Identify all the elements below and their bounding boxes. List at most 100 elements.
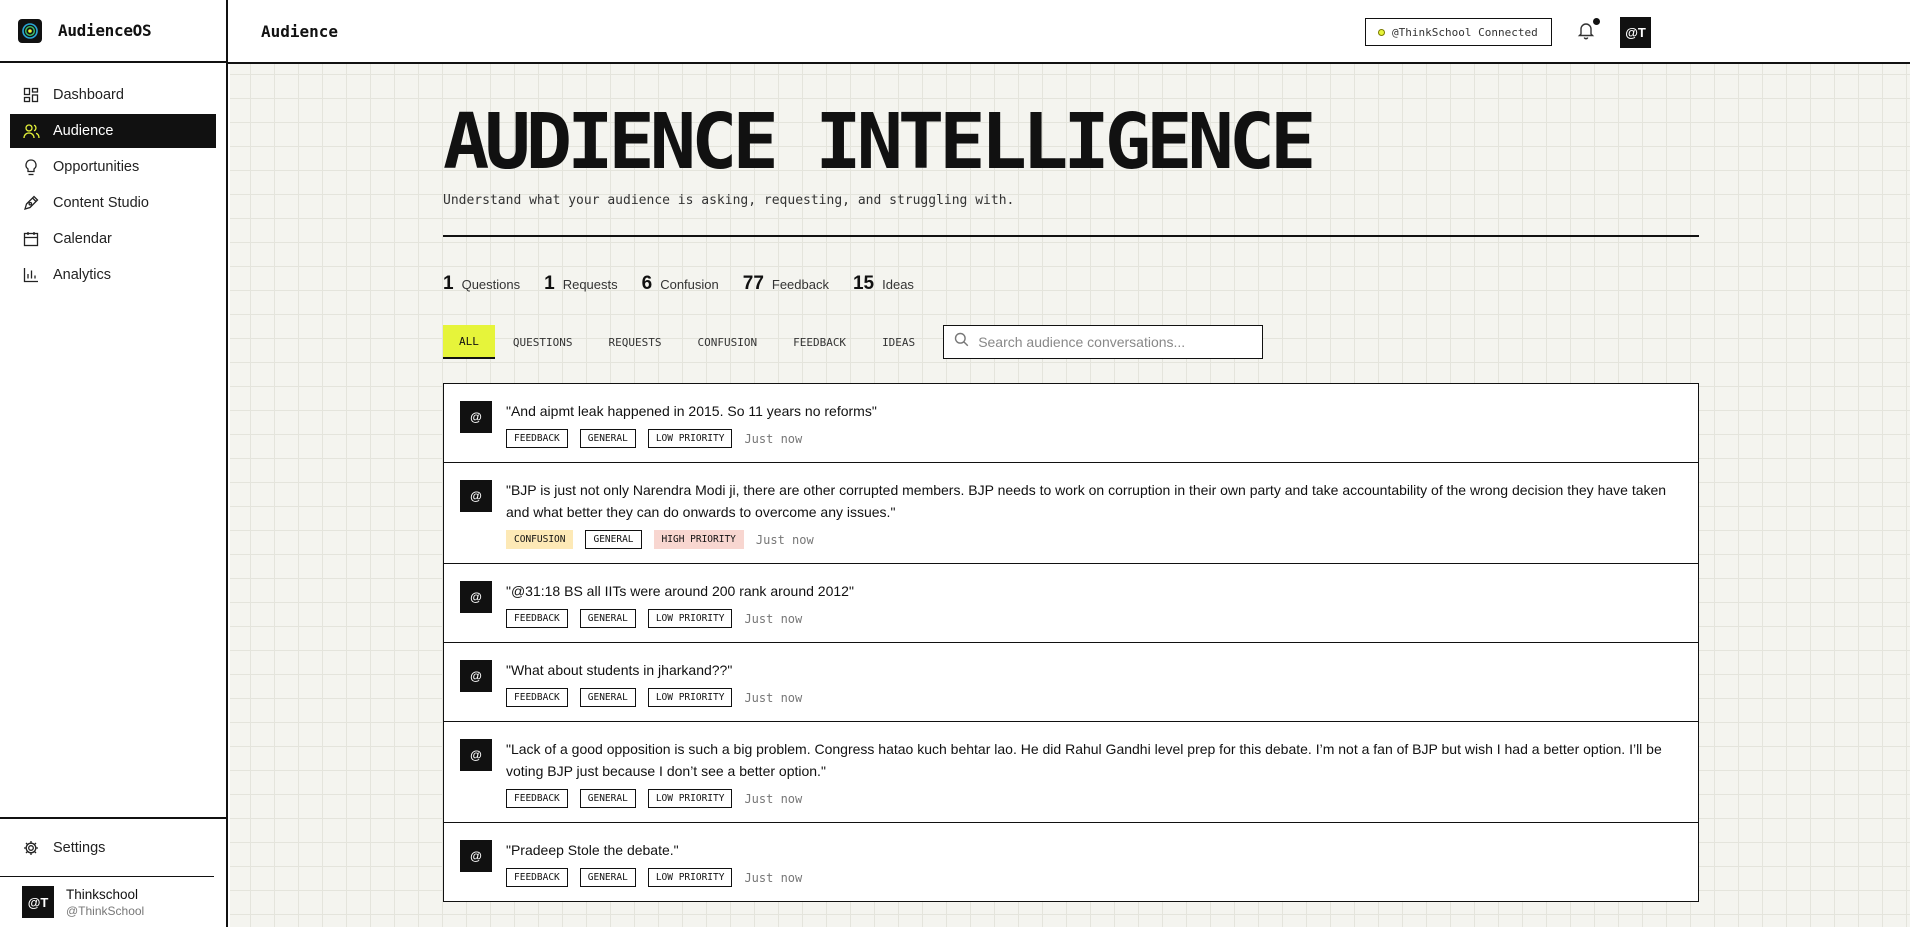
type-tag: FEEDBACK (506, 429, 568, 448)
sidebar: AudienceOS Dashboard Audience Opportunit… (0, 0, 228, 927)
category-tag: GENERAL (585, 530, 642, 549)
sidebar-item-calendar[interactable]: Calendar (10, 222, 216, 256)
timestamp: Just now (744, 690, 803, 705)
conversation-text: "@31:18 BS all IITs were around 200 rank… (506, 583, 854, 599)
priority-tag: LOW PRIORITY (647, 688, 733, 707)
stat-value: 77 (742, 273, 764, 294)
status-dot-icon (1378, 28, 1385, 36)
list-item[interactable]: @ "And aipmt leak happened in 2015. So 1… (444, 384, 1698, 463)
category-tag: GENERAL (579, 789, 636, 808)
stat-feedback: 77 Feedback (743, 273, 829, 295)
type-tag: FEEDBACK (506, 688, 568, 707)
tab-ideas[interactable]: IDEAS (864, 325, 933, 359)
stat-label: Confusion (660, 277, 719, 292)
avatar: @ (460, 401, 492, 433)
tab-feedback[interactable]: FEEDBACK (775, 325, 864, 359)
gear-icon (22, 839, 40, 857)
lightbulb-icon (22, 158, 40, 176)
priority-tag: LOW PRIORITY (647, 609, 733, 628)
type-tag: FEEDBACK (506, 868, 568, 887)
brand[interactable]: AudienceOS (0, 0, 226, 63)
priority-tag: LOW PRIORITY (647, 429, 733, 448)
sidebar-item-label: Calendar (53, 231, 112, 247)
tab-questions[interactable]: QUESTIONS (495, 325, 591, 359)
category-tag: GENERAL (579, 868, 636, 887)
list-item[interactable]: @ "What about students in jharkand??" FE… (444, 643, 1698, 722)
avatar: @ (460, 840, 492, 872)
sidebar-item-audience[interactable]: Audience (10, 114, 216, 148)
connection-status-badge[interactable]: @ThinkSchool Connected (1365, 18, 1552, 46)
stats-row: 1 Questions 1 Requests 6 Confusion 77 Fe… (443, 273, 1699, 295)
sidebar-item-analytics[interactable]: Analytics (10, 258, 216, 292)
priority-tag: LOW PRIORITY (647, 789, 733, 808)
category-tag: GENERAL (579, 429, 636, 448)
profile-handle: @ThinkSchool (66, 903, 145, 918)
stat-label: Ideas (882, 277, 914, 292)
conversation-text: "What about students in jharkand??" (506, 662, 733, 678)
list-item[interactable]: @ "@31:18 BS all IITs were around 200 ra… (444, 564, 1698, 643)
tab-all[interactable]: ALL (443, 325, 495, 359)
sidebar-item-opportunities[interactable]: Opportunities (10, 150, 216, 184)
stat-value: 15 (852, 273, 875, 294)
stat-value: 6 (641, 273, 653, 294)
bar-chart-icon (22, 266, 40, 284)
list-item[interactable]: @ "Lack of a good opposition is such a b… (444, 722, 1698, 823)
search-box[interactable] (943, 325, 1264, 359)
main-content: AUDIENCE INTELLIGENCE Understand what yo… (230, 64, 1910, 927)
priority-tag: LOW PRIORITY (647, 868, 733, 887)
tab-requests[interactable]: REQUESTS (590, 325, 679, 359)
sidebar-item-settings[interactable]: Settings (0, 819, 214, 877)
filter-bar: ALL QUESTIONS REQUESTS CONFUSION FEEDBAC… (443, 325, 1699, 359)
sidebar-footer: Settings @T Thinkschool @ThinkSchool (0, 817, 226, 927)
pen-icon (22, 194, 40, 212)
header-avatar[interactable]: @T (1620, 17, 1651, 48)
avatar: @ (460, 660, 492, 692)
search-icon (954, 332, 969, 352)
audience-content: AUDIENCE INTELLIGENCE Understand what yo… (443, 64, 1699, 902)
sidebar-item-dashboard[interactable]: Dashboard (10, 78, 216, 112)
page-title: AUDIENCE INTELLIGENCE (443, 98, 1317, 187)
app-logo-icon (18, 18, 42, 43)
dashboard-icon (22, 86, 40, 104)
timestamp: Just now (744, 431, 803, 446)
sidebar-nav: Dashboard Audience Opportunities Content… (0, 63, 226, 292)
sidebar-item-label: Analytics (53, 267, 112, 283)
type-tag: FEEDBACK (506, 789, 568, 808)
conversation-text: "BJP is just not only Narendra Modi ji, … (506, 482, 1667, 520)
notification-badge (1593, 18, 1600, 25)
stat-confusion: 6 Confusion (642, 273, 719, 295)
avatar: @T (22, 886, 54, 918)
conversation-text: "Lack of a good opposition is such a big… (506, 741, 1662, 779)
search-input[interactable] (978, 334, 1249, 350)
list-item[interactable]: @ "BJP is just not only Narendra Modi ji… (444, 463, 1698, 564)
timestamp: Just now (755, 532, 814, 547)
conversation-text: "Pradeep Stole the debate." (506, 842, 679, 858)
stat-requests: 1 Requests (544, 273, 618, 295)
stat-label: Questions (461, 277, 521, 292)
user-profile[interactable]: @T Thinkschool @ThinkSchool (0, 877, 226, 927)
connection-status-text: @ThinkSchool Connected (1392, 25, 1538, 39)
type-tag: CONFUSION (506, 530, 574, 549)
stat-value: 1 (443, 273, 454, 294)
users-icon (22, 122, 40, 140)
sidebar-item-label: Opportunities (53, 159, 140, 175)
conversation-list: @ "And aipmt leak happened in 2015. So 1… (443, 383, 1699, 902)
app-name: AudienceOS (58, 21, 152, 40)
sidebar-item-content-studio[interactable]: Content Studio (10, 186, 216, 220)
timestamp: Just now (744, 870, 803, 885)
divider (443, 235, 1699, 237)
settings-label: Settings (53, 839, 106, 856)
avatar: @ (460, 480, 492, 512)
list-item[interactable]: @ "Pradeep Stole the debate." FEEDBACK G… (444, 823, 1698, 902)
avatar: @ (460, 739, 492, 771)
sidebar-item-label: Content Studio (53, 195, 149, 211)
stat-label: Feedback (771, 277, 829, 292)
timestamp: Just now (744, 791, 803, 806)
category-tag: GENERAL (579, 609, 636, 628)
sidebar-item-label: Audience (53, 123, 114, 139)
stat-ideas: 15 Ideas (853, 273, 914, 295)
tab-confusion[interactable]: CONFUSION (679, 325, 775, 359)
stat-value: 1 (544, 273, 555, 294)
page-subtitle: Understand what your audience is asking,… (443, 193, 1015, 208)
conversation-text: "And aipmt leak happened in 2015. So 11 … (506, 403, 877, 419)
